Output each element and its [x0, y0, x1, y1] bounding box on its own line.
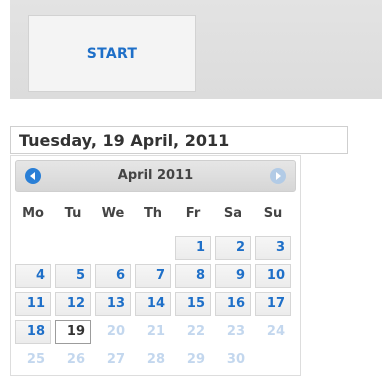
day-cell[interactable]: 18: [15, 320, 51, 344]
date-field[interactable]: [10, 126, 348, 154]
day-cell: 27: [95, 348, 131, 372]
day-cell[interactable]: 4: [15, 264, 51, 288]
start-button-label: START: [86, 45, 138, 62]
day-cell: 22: [175, 320, 211, 344]
day-cell[interactable]: 3: [255, 236, 291, 260]
day-cell: 28: [135, 348, 171, 372]
day-cell[interactable]: 11: [15, 292, 51, 316]
datepicker-header: April 2011: [15, 160, 296, 192]
day-cell[interactable]: 8: [175, 264, 211, 288]
day-cell: 21: [135, 320, 171, 344]
weekday-label: Su: [263, 206, 283, 221]
day-cell[interactable]: 17: [255, 292, 291, 316]
month-title: April 2011: [117, 168, 194, 183]
weekday-label: Fr: [185, 206, 201, 221]
day-cell: 30: [215, 348, 251, 372]
day-cell: 29: [175, 348, 211, 372]
day-cell[interactable]: 13: [95, 292, 131, 316]
day-cell[interactable]: 6: [95, 264, 131, 288]
day-cell[interactable]: 19: [55, 320, 91, 344]
day-cell[interactable]: 5: [55, 264, 91, 288]
day-cell[interactable]: 12: [55, 292, 91, 316]
day-cell[interactable]: 9: [215, 264, 251, 288]
day-cell[interactable]: 15: [175, 292, 211, 316]
weekday-label: Sa: [223, 206, 243, 221]
day-cell[interactable]: 10: [255, 264, 291, 288]
chevron-right-icon[interactable]: [270, 168, 286, 184]
top-bar: START: [10, 0, 382, 99]
weekday-label: We: [101, 206, 125, 221]
day-cell: 24: [255, 320, 291, 344]
day-cell[interactable]: 7: [135, 264, 171, 288]
day-cell[interactable]: 1: [175, 236, 211, 260]
day-cell: 26: [55, 348, 91, 372]
weekday-label: Tu: [64, 206, 82, 221]
day-cell[interactable]: 2: [215, 236, 251, 260]
weekday-label: Mo: [22, 206, 44, 221]
day-cell: 20: [95, 320, 131, 344]
datepicker: April 2011 Mo Tu We Th Fr Sa Su 1 2 3 4 5 6 7 8 9 10 11 1…: [10, 155, 301, 376]
start-button[interactable]: START: [28, 15, 196, 92]
day-cell: 25: [15, 348, 51, 372]
day-cell: 23: [215, 320, 251, 344]
weekday-label: Th: [143, 206, 163, 221]
day-cell[interactable]: 14: [135, 292, 171, 316]
day-cell[interactable]: 16: [215, 292, 251, 316]
